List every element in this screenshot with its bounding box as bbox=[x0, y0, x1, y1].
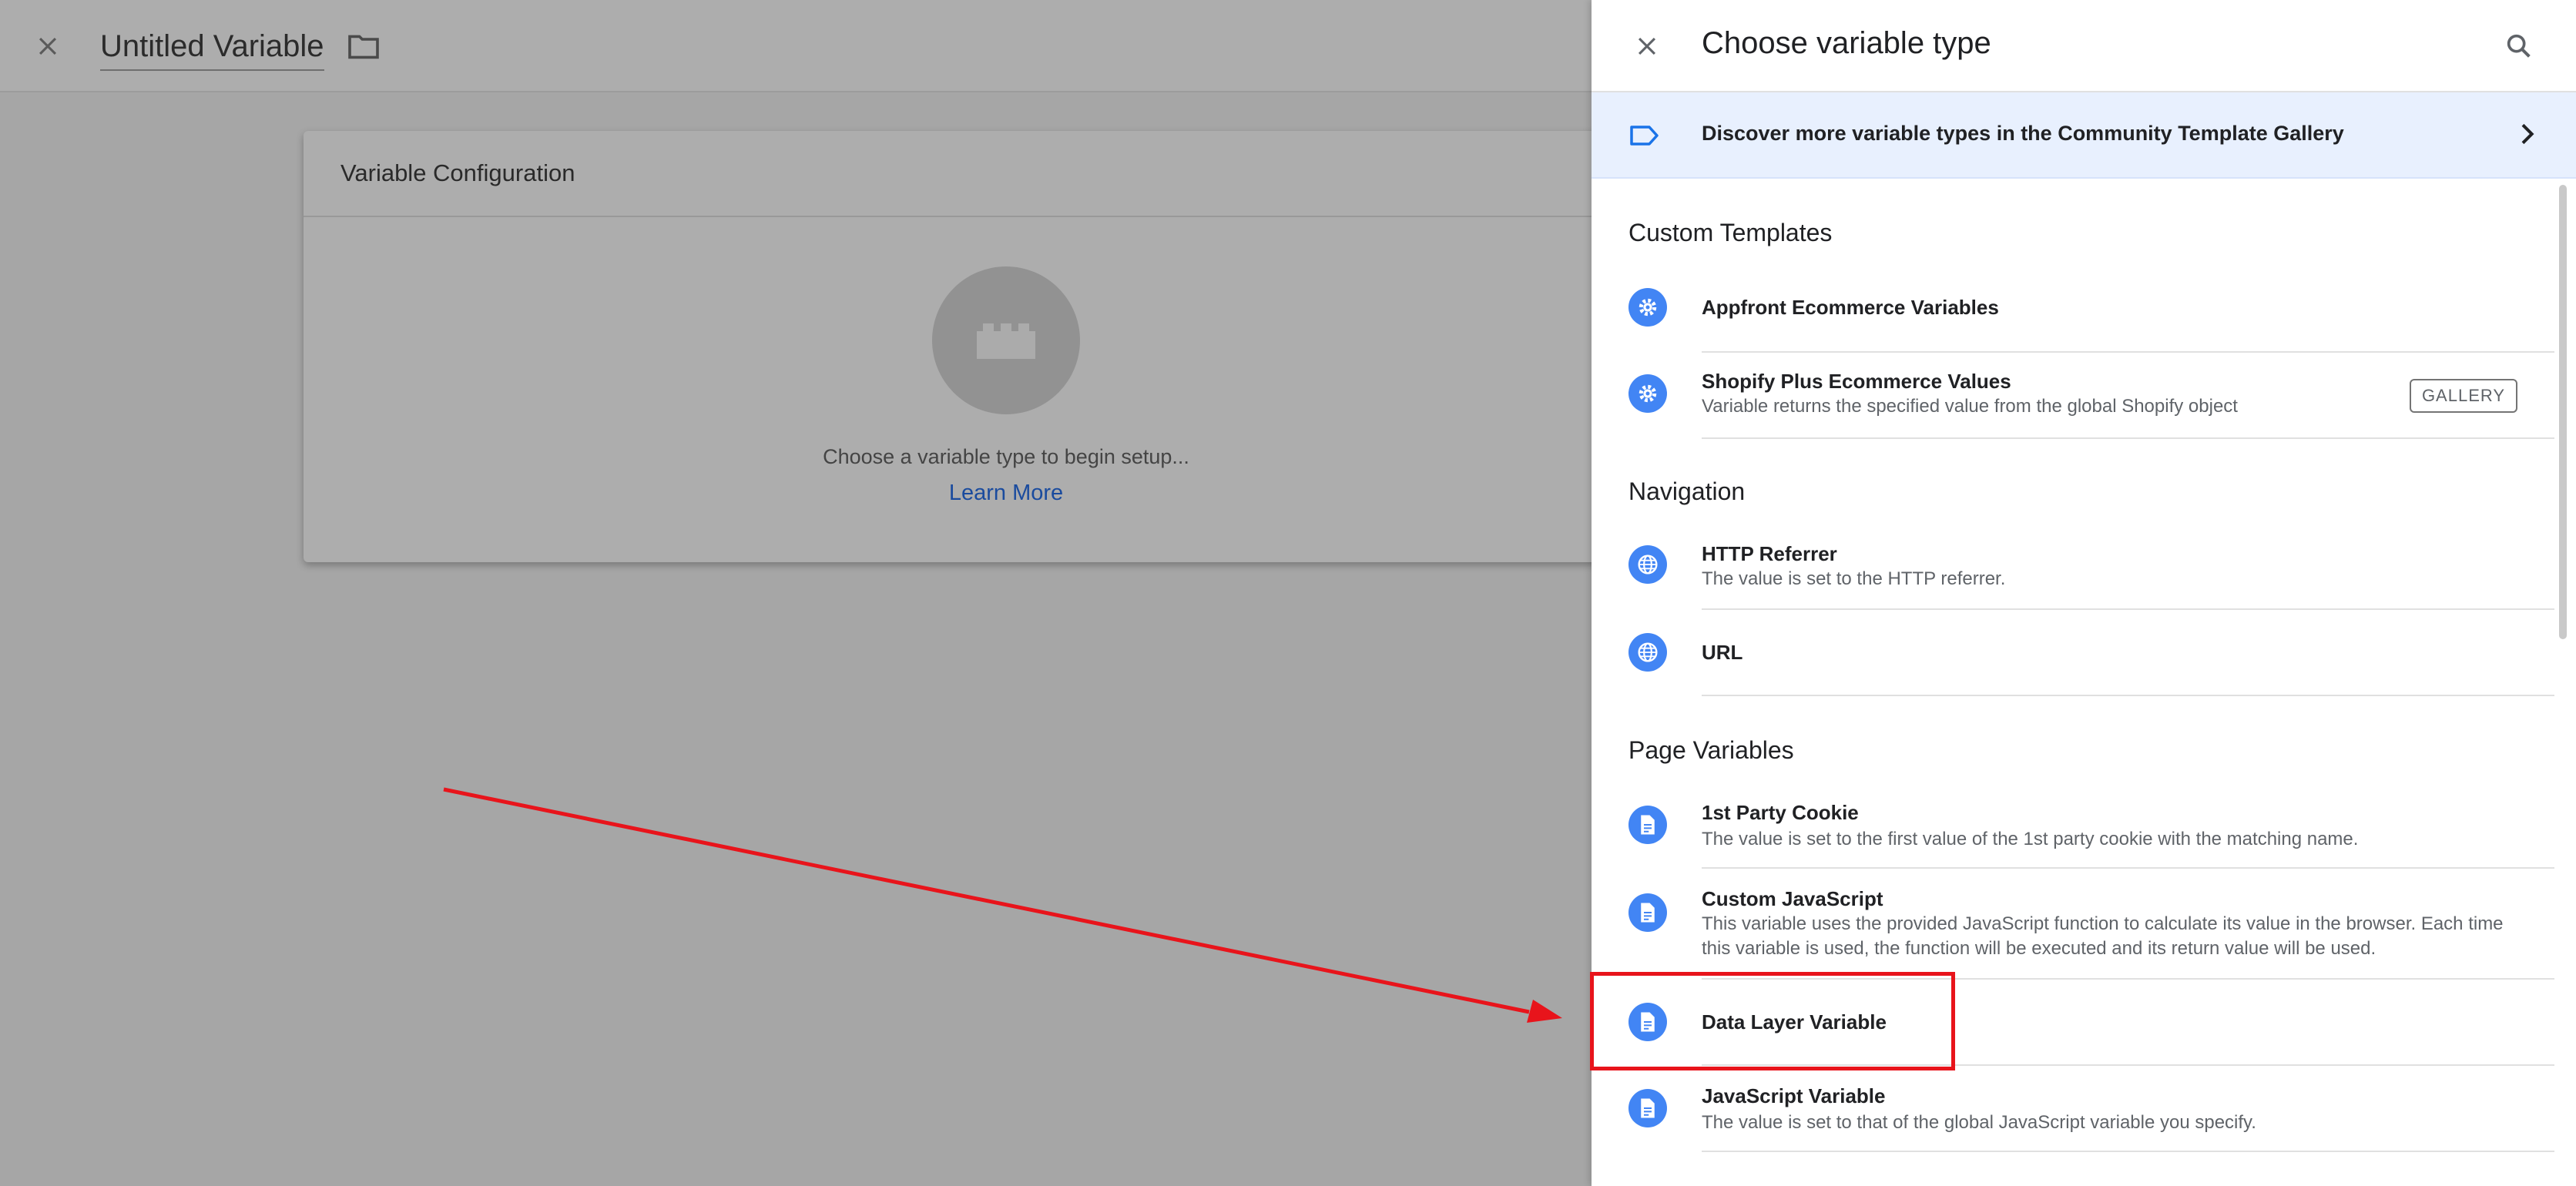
gallery-banner-text: Discover more variable types in the Comm… bbox=[1702, 122, 2344, 145]
placeholder-text: Choose a variable type to begin setup... bbox=[823, 445, 1189, 468]
list-item-data-layer-variable[interactable]: Data Layer Variable bbox=[1592, 980, 2554, 1066]
item-name: Appfront Ecommerce Variables bbox=[1702, 296, 1999, 319]
document-icon bbox=[1628, 806, 1667, 844]
card-header: Variable Configuration bbox=[304, 131, 1613, 217]
document-icon bbox=[1628, 893, 1667, 932]
folder-button[interactable] bbox=[340, 26, 387, 66]
card-title: Variable Configuration bbox=[340, 159, 575, 186]
list-item-appfront-ecommerce-variables[interactable]: Appfront Ecommerce Variables bbox=[1592, 270, 2554, 353]
item-description: Variable returns the specified value fro… bbox=[1702, 396, 2238, 417]
choose-type-button[interactable] bbox=[932, 266, 1080, 414]
tag-icon bbox=[1630, 126, 1659, 146]
panel-header: Choose variable type bbox=[1592, 0, 2576, 92]
item-name: Custom JavaScript bbox=[1702, 887, 1883, 910]
learn-more-link[interactable]: Learn More bbox=[304, 481, 1709, 506]
item-description: The value is set to that of the global J… bbox=[1702, 1112, 2256, 1133]
section-title-navigation: Navigation bbox=[1628, 477, 1746, 505]
variable-name-field[interactable]: Untitled Variable bbox=[100, 23, 324, 71]
item-name: HTTP Referrer bbox=[1702, 542, 1837, 565]
gear-icon bbox=[1628, 374, 1667, 413]
item-description: This variable uses the provided JavaScri… bbox=[1702, 913, 2504, 959]
panel-title: Choose variable type bbox=[1702, 26, 1991, 60]
item-description: The value is set to the first value of t… bbox=[1702, 829, 2359, 849]
divider bbox=[1702, 1151, 2554, 1152]
document-icon bbox=[1628, 1089, 1667, 1127]
item-description: The value is set to the HTTP referrer. bbox=[1702, 568, 2006, 589]
editor-header: Untitled Variable bbox=[0, 0, 1592, 92]
search-button[interactable] bbox=[2494, 22, 2544, 71]
chevron-right-icon bbox=[2521, 123, 2534, 145]
variable-configuration-card: Variable Configuration Choose a variable… bbox=[304, 131, 1613, 562]
block-icon bbox=[977, 323, 1035, 359]
item-name: Data Layer Variable bbox=[1702, 1010, 1887, 1034]
section-title-custom-templates: Custom Templates bbox=[1628, 219, 1833, 246]
variable-name: Untitled Variable bbox=[100, 28, 324, 63]
document-icon bbox=[1628, 1003, 1667, 1041]
item-name: JavaScript Variable bbox=[1702, 1084, 1886, 1107]
list-item-url[interactable]: URL bbox=[1592, 610, 2554, 696]
community-gallery-banner[interactable]: Discover more variable types in the Comm… bbox=[1592, 92, 2576, 179]
divider bbox=[1702, 695, 2554, 696]
close-editor-button[interactable] bbox=[23, 22, 72, 71]
item-name: URL bbox=[1702, 641, 1743, 664]
divider bbox=[1702, 437, 2554, 439]
gear-icon bbox=[1628, 288, 1667, 327]
list-item-1st-party-cookie[interactable]: 1st Party Cookie The value is set to the… bbox=[1592, 782, 2554, 869]
list-item-shopify-plus-ecommerce-values[interactable]: Shopify Plus Ecommerce Values Variable r… bbox=[1592, 353, 2554, 439]
gallery-chip[interactable]: GALLERY bbox=[2410, 379, 2517, 413]
item-name: Shopify Plus Ecommerce Values bbox=[1702, 370, 2011, 393]
close-icon bbox=[39, 37, 57, 55]
globe-icon bbox=[1628, 545, 1667, 584]
globe-icon bbox=[1628, 633, 1667, 672]
close-panel-button[interactable] bbox=[1622, 22, 1672, 71]
variable-type-panel: Choose variable type Discover more varia… bbox=[1592, 0, 2576, 1186]
list-item-javascript-variable[interactable]: JavaScript Variable The value is set to … bbox=[1592, 1066, 2554, 1152]
panel-scrollbar[interactable] bbox=[2559, 185, 2567, 639]
folder-icon bbox=[348, 35, 379, 59]
list-item-http-referrer[interactable]: HTTP Referrer The value is set to the HT… bbox=[1592, 524, 2554, 610]
list-item-custom-javascript[interactable]: Custom JavaScript This variable uses the… bbox=[1592, 869, 2554, 980]
search-icon bbox=[2507, 34, 2531, 58]
close-icon bbox=[1638, 37, 1656, 55]
section-title-page-variables: Page Variables bbox=[1628, 736, 1794, 764]
item-name: 1st Party Cookie bbox=[1702, 801, 1859, 824]
